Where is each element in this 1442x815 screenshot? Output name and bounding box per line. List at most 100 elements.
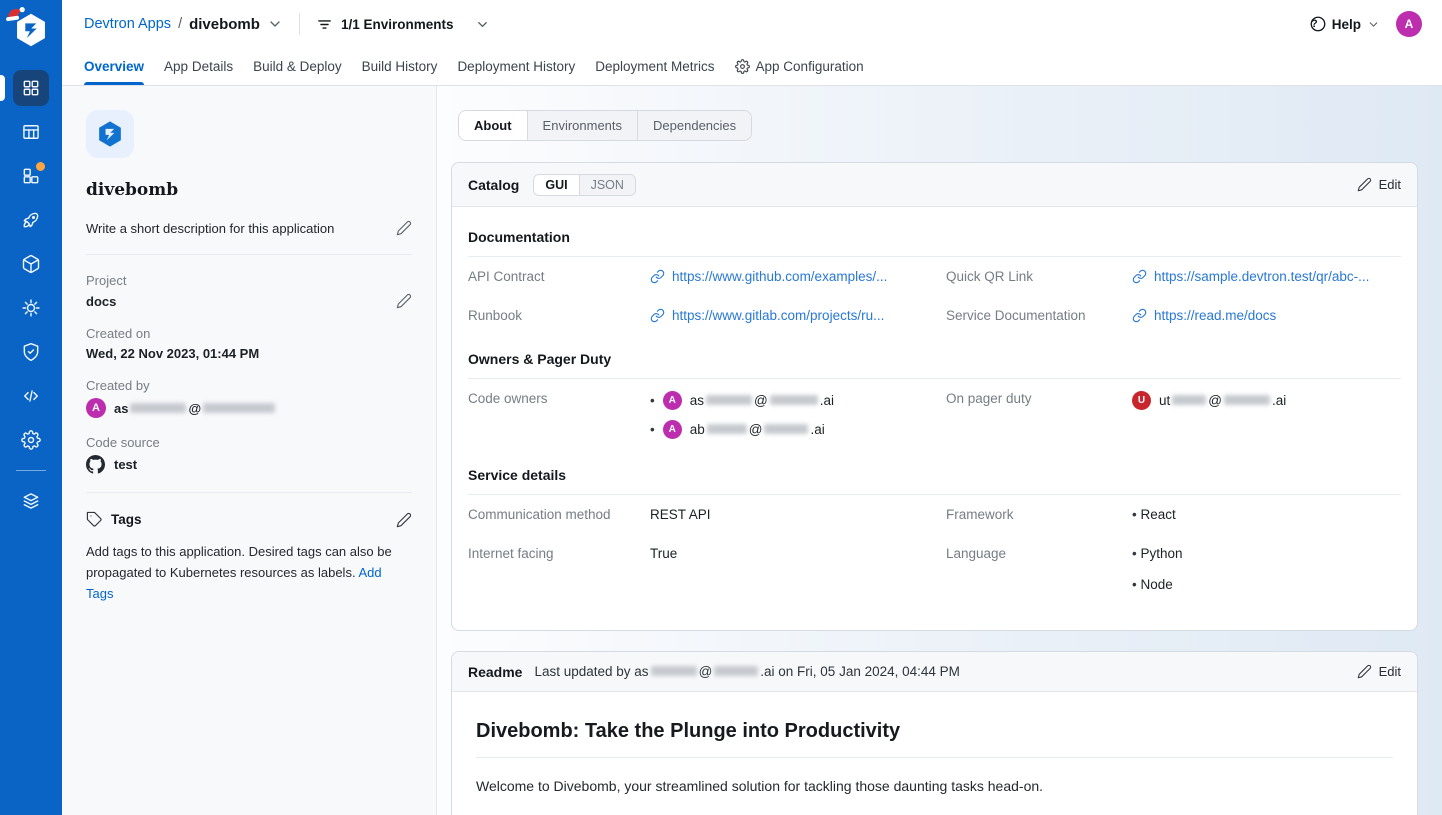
toggle-gui[interactable]: GUI (534, 175, 578, 195)
santa-hat-icon (4, 5, 28, 25)
tab-app-configuration-label: App Configuration (756, 59, 864, 74)
link-icon (1132, 308, 1147, 323)
internet-facing-label: Internet facing (468, 534, 650, 573)
language-values: • Python • Node (1132, 534, 1401, 604)
app-switcher-chevron-icon[interactable] (267, 16, 283, 32)
layers-icon (13, 483, 49, 519)
created-by-avatar: A (86, 398, 106, 418)
tab-about[interactable]: About (459, 111, 528, 140)
tab-build-deploy[interactable]: Build & Deploy (253, 48, 342, 85)
service-doc-link[interactable]: https://read.me/docs (1132, 296, 1401, 335)
environments-selector[interactable]: 1/1 Environments (316, 16, 491, 33)
redacted-text (1172, 395, 1206, 405)
pager-duty-value: U ut@.ai (1132, 379, 1401, 422)
help-label: Help (1332, 17, 1361, 32)
pager-avatar: U (1132, 391, 1151, 410)
code-icon (13, 378, 49, 414)
sidebar-item-applications[interactable] (0, 66, 62, 110)
tab-dependencies[interactable]: Dependencies (638, 111, 751, 140)
readme-edit-label: Edit (1379, 664, 1401, 679)
created-on-label: Created on (86, 326, 412, 341)
code-owners-list: • A as@.ai • A ab@.ai (650, 379, 946, 451)
user-avatar[interactable]: A (1396, 11, 1422, 37)
pencil-icon (396, 512, 412, 528)
tab-build-history[interactable]: Build History (362, 48, 438, 85)
sidebar-item-stack-manager[interactable] (0, 479, 62, 523)
code-owner-item: • A ab@.ai (650, 420, 938, 439)
pencil-icon (396, 220, 412, 236)
tab-app-configuration[interactable]: App Configuration (735, 48, 864, 85)
readme-card-header: Readme Last updated by as@.ai on Fri, 05… (452, 652, 1417, 692)
about-tab-group: About Environments Dependencies (458, 110, 752, 141)
sidebar-item-settings[interactable] (0, 418, 62, 462)
help-chevron-icon (1367, 18, 1380, 31)
code-owners-label: Code owners (468, 379, 650, 418)
edit-tags-button[interactable] (396, 512, 412, 528)
quick-qr-link[interactable]: https://sample.devtron.test/qr/abc-... (1132, 257, 1401, 296)
gear-icon (735, 59, 750, 74)
redacted-text (764, 424, 808, 434)
bullet: • (650, 393, 655, 408)
tab-deployment-history[interactable]: Deployment History (457, 48, 575, 85)
service-details-section-title: Service details (468, 451, 1401, 494)
internet-facing-value: True (650, 534, 946, 573)
toggle-json[interactable]: JSON (579, 175, 635, 195)
redacted-text (1224, 395, 1270, 405)
readme-edit-button[interactable]: Edit (1357, 664, 1401, 679)
breadcrumb-current-app: divebomb (189, 16, 260, 33)
readme-body: Divebomb: Take the Plunge into Productiv… (452, 692, 1417, 815)
tab-environments[interactable]: Environments (528, 111, 638, 140)
main-content: About Environments Dependencies Catalog … (437, 86, 1442, 815)
sidebar-item-global-config[interactable] (0, 286, 62, 330)
created-by-label: Created by (86, 378, 412, 393)
app-window: Devtron Apps / divebomb 1/1 Environments… (0, 0, 1442, 815)
pager-email: ut@.ai (1159, 393, 1286, 408)
api-contract-label: API Contract (468, 257, 650, 296)
owner-avatar: A (663, 420, 682, 439)
redacted-text (770, 395, 818, 405)
quick-qr-label: Quick QR Link (946, 257, 1132, 296)
sidebar-divider (16, 470, 46, 471)
app-description-placeholder: Write a short description for this appli… (86, 221, 334, 236)
catalog-edit-label: Edit (1379, 177, 1401, 192)
language-label: Language (946, 534, 1132, 573)
sidebar-item-code[interactable] (0, 374, 62, 418)
redacted-text (706, 395, 752, 405)
framework-value: • React (1132, 495, 1401, 534)
filter-icon (316, 16, 333, 33)
pencil-icon (396, 293, 412, 309)
code-owner-item: • A as@.ai (650, 391, 938, 410)
app-name: divebomb (86, 180, 412, 200)
api-contract-link[interactable]: https://www.github.com/examples/... (650, 257, 946, 296)
top-header: Devtron Apps / divebomb 1/1 Environments… (62, 0, 1442, 48)
tab-app-details[interactable]: App Details (164, 48, 233, 85)
sidebar-item-deploy[interactable] (0, 198, 62, 242)
devtron-logo[interactable] (13, 12, 49, 48)
github-icon (86, 455, 105, 474)
helm-wheel-icon (13, 290, 49, 326)
sidebar-item-jobs[interactable] (0, 110, 62, 154)
created-on-value: Wed, 22 Nov 2023, 01:44 PM (86, 346, 412, 361)
runbook-link[interactable]: https://www.gitlab.com/projects/ru... (650, 296, 946, 335)
catalog-edit-button[interactable]: Edit (1357, 177, 1401, 192)
readme-card: Readme Last updated by as@.ai on Fri, 05… (451, 651, 1418, 815)
sidebar-item-chart-store[interactable] (0, 242, 62, 286)
sidebar-item-security[interactable] (0, 330, 62, 374)
gear-icon (13, 422, 49, 458)
owners-section-title: Owners & Pager Duty (468, 335, 1401, 378)
help-button[interactable]: ? Help (1309, 15, 1380, 33)
tab-deployment-metrics[interactable]: Deployment Metrics (595, 48, 714, 85)
catalog-card: Catalog GUI JSON Edit Documentation (451, 162, 1418, 631)
sidebar-item-app-groups[interactable] (0, 154, 62, 198)
environments-chevron-icon (475, 17, 490, 32)
tab-overview[interactable]: Overview (84, 48, 144, 85)
link-icon (1132, 269, 1147, 284)
pencil-icon (1357, 664, 1372, 679)
catalog-card-header: Catalog GUI JSON Edit (452, 163, 1417, 207)
edit-description-button[interactable] (396, 220, 412, 236)
edit-project-button[interactable] (396, 293, 412, 309)
breadcrumb-root-link[interactable]: Devtron Apps (84, 16, 171, 32)
created-by-email: as@ (114, 401, 277, 416)
help-question-glyph: ? (1311, 18, 1318, 30)
app-group-icon (13, 158, 49, 194)
